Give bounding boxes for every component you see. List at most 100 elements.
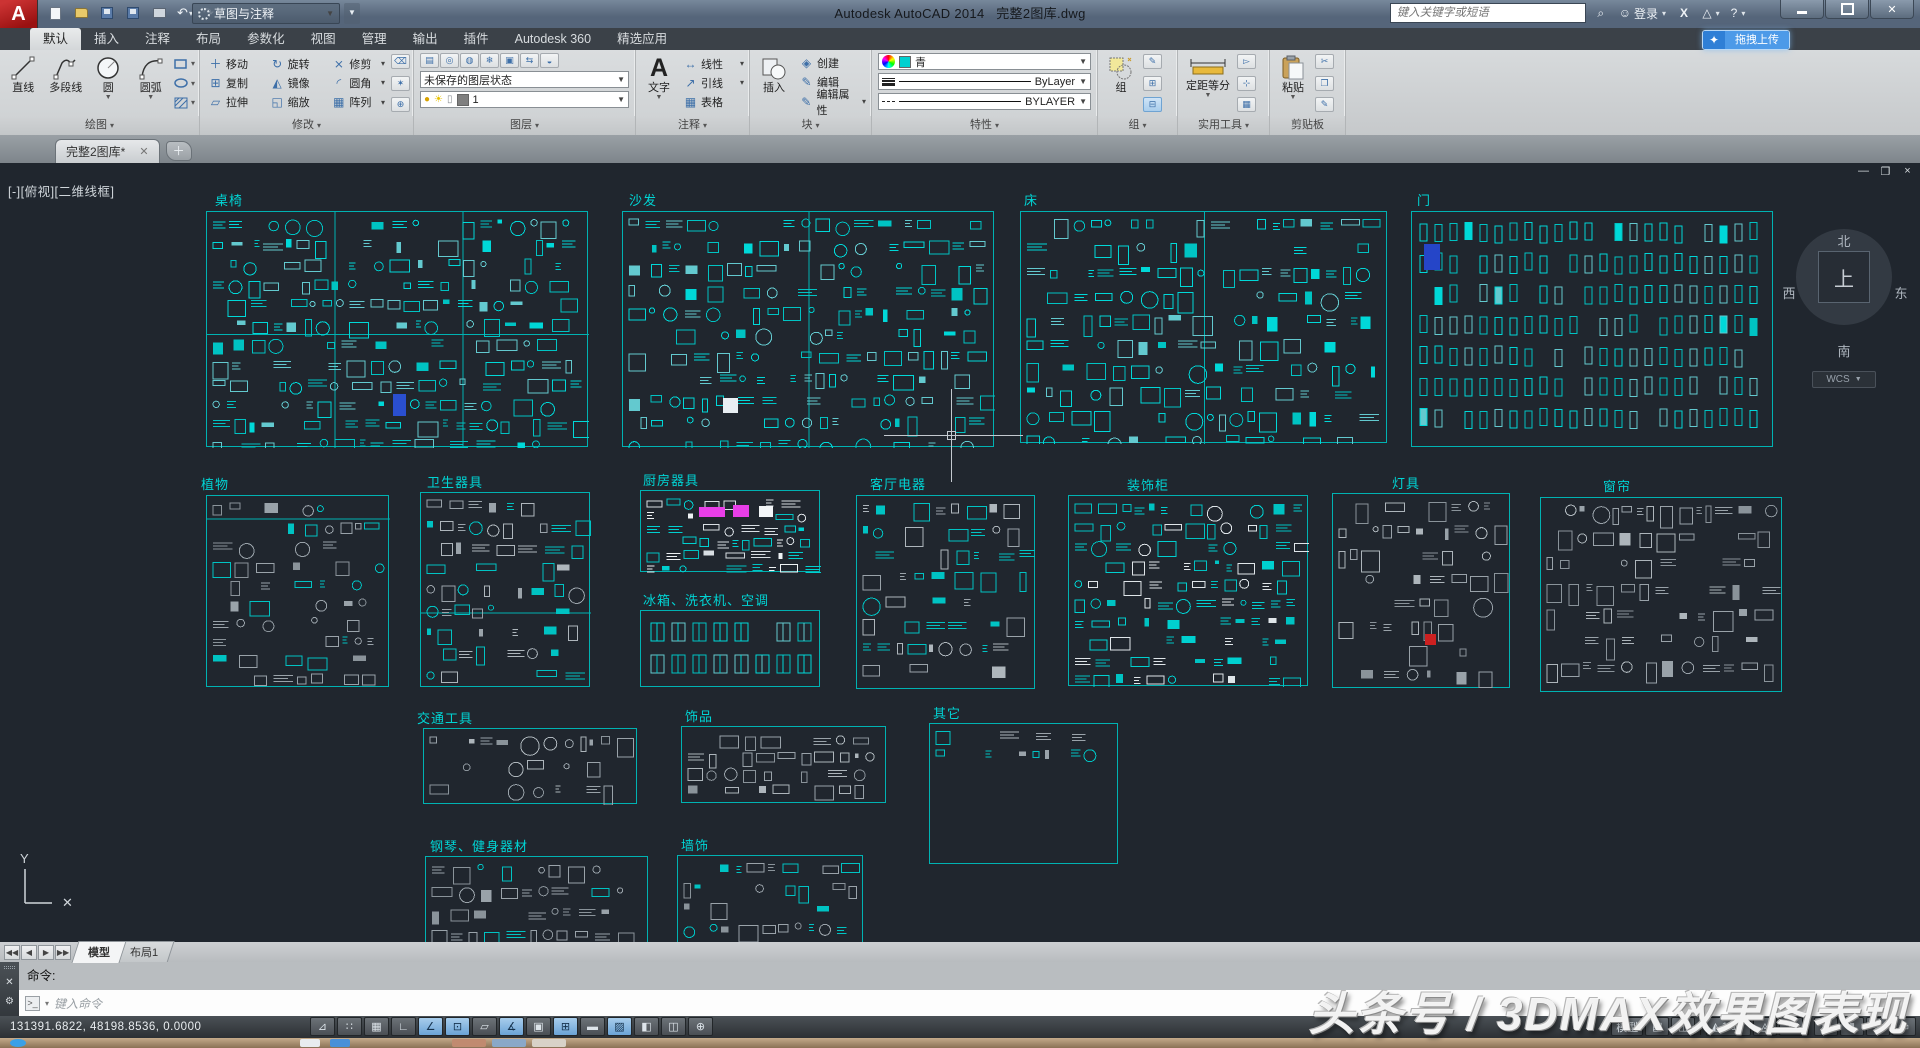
- first-tab-button[interactable]: ◀◀: [4, 945, 20, 960]
- edit-attributes-button[interactable]: ✎编辑属性▾: [797, 91, 868, 112]
- category-box-appliances[interactable]: [640, 610, 820, 687]
- category-box-ornaments[interactable]: [681, 726, 886, 803]
- document-tab[interactable]: 完整2图库* ✕: [55, 139, 160, 163]
- viewcube-west[interactable]: 西: [1776, 283, 1802, 302]
- insert-block-button[interactable]: 插入: [753, 52, 795, 114]
- viewcube-east[interactable]: 东: [1888, 283, 1914, 302]
- taskbar-clock-area[interactable]: [1852, 1039, 1912, 1047]
- layer-lock-button[interactable]: ▣: [500, 53, 519, 68]
- toggle-show-lineweight[interactable]: ▬: [580, 1017, 605, 1036]
- quick-view-layouts-button[interactable]: ▤: [1645, 1017, 1669, 1036]
- taskbar-thumbnail[interactable]: [532, 1039, 566, 1047]
- hatch-button[interactable]: ▾: [173, 93, 196, 112]
- category-box-curtains[interactable]: [1540, 497, 1782, 692]
- panel-label-layers[interactable]: 图层 ▾: [414, 116, 635, 135]
- drag-grip[interactable]: [4, 966, 15, 969]
- category-box-vehicles[interactable]: [423, 728, 637, 804]
- signin-button[interactable]: ☺ 登录 ▾: [1616, 3, 1669, 23]
- quick-view-drawings-button[interactable]: ◫: [1671, 1017, 1695, 1036]
- toggle-infer-constraints[interactable]: ⊿: [310, 1017, 335, 1036]
- copy-clip-button[interactable]: ❐: [1315, 76, 1334, 91]
- ribbon-tab-4[interactable]: 参数化: [234, 28, 298, 50]
- group-selection-toggle[interactable]: ⊟: [1143, 97, 1162, 112]
- toggle-quick-properties[interactable]: ◧: [634, 1017, 659, 1036]
- polyline-button[interactable]: 多段线: [46, 52, 87, 114]
- new-drawing-tab-button[interactable]: ＋: [166, 141, 192, 161]
- taskbar-app-icon[interactable]: [300, 1039, 320, 1047]
- category-box-sanitary[interactable]: [420, 492, 590, 687]
- panel-label-block[interactable]: 块 ▾: [750, 116, 871, 135]
- modify-移动-button[interactable]: ＋移动: [206, 54, 264, 73]
- paste-button[interactable]: 粘贴 ▼: [1273, 52, 1313, 114]
- annotation-scale-button[interactable]: ◭ 1:1 ▼: [1706, 1017, 1751, 1036]
- layer-match-button[interactable]: ⇆: [520, 53, 539, 68]
- save-button[interactable]: [96, 3, 118, 23]
- drawing-close-icon[interactable]: ×: [1901, 165, 1914, 177]
- viewcube-south[interactable]: 南: [1831, 341, 1857, 360]
- coordinates-readout[interactable]: 131391.6822, 48198.8536, 0.0000: [10, 1016, 201, 1038]
- toggle-selection-cycling[interactable]: ◫: [661, 1017, 686, 1036]
- group-edit-button[interactable]: ⊞: [1143, 76, 1162, 91]
- toggle-3d-object-snap[interactable]: ▱: [472, 1017, 497, 1036]
- toggle-dynamic-ucs[interactable]: ▣: [526, 1017, 551, 1036]
- drawing-restore-icon[interactable]: ❐: [1879, 165, 1892, 178]
- workspace-dropdown[interactable]: 草图与注释 ▼: [192, 3, 340, 24]
- toggle-snap-mode[interactable]: ∷: [337, 1017, 362, 1036]
- ribbon-tab-5[interactable]: 视图: [298, 28, 349, 50]
- command-input-row[interactable]: >_ ▾ 键入命令: [19, 990, 1920, 1016]
- ribbon-tab-1[interactable]: 插入: [81, 28, 132, 50]
- ribbon-tab-2[interactable]: 注释: [132, 28, 183, 50]
- ellipse-button[interactable]: ▾: [173, 74, 196, 93]
- toggle-dynamic-input[interactable]: ⊞: [553, 1017, 578, 1036]
- dimension-linear-button[interactable]: ↔线性▾: [681, 54, 746, 73]
- ribbon-tab-0[interactable]: 默认: [30, 28, 81, 50]
- category-box-others[interactable]: [929, 723, 1118, 864]
- id-point-button[interactable]: ⊹: [1237, 76, 1256, 91]
- drawing-viewport[interactable]: [-][俯视][二维线框] — ❐ × 桌椅沙发床门植物卫生器具厨房器具冰箱、洗…: [0, 163, 1920, 942]
- viewcube[interactable]: 北 南 西 东 上 WCS ▼: [1774, 219, 1914, 391]
- windows-taskbar[interactable]: [0, 1038, 1920, 1048]
- erase-button[interactable]: ⌫: [391, 54, 410, 69]
- wcs-dropdown[interactable]: WCS ▼: [1812, 371, 1876, 388]
- clean-screen-button[interactable]: ▭: [1892, 1017, 1916, 1036]
- modify-圆角-button[interactable]: ◜圆角▾: [329, 73, 387, 92]
- layer-dropdown[interactable]: ● ☀ ▯ 1 ▼: [420, 91, 629, 108]
- block-create-button[interactable]: ◈创建: [797, 54, 868, 73]
- layer-freeze-button[interactable]: ❄: [480, 53, 499, 68]
- layer-off-button[interactable]: ◎: [440, 53, 459, 68]
- open-file-button[interactable]: [70, 3, 92, 23]
- quick-calc-button[interactable]: ▦: [1237, 97, 1256, 112]
- category-box-living-electric[interactable]: [856, 495, 1035, 689]
- minimize-button[interactable]: [1780, 0, 1824, 19]
- category-box-wall-decor[interactable]: [677, 855, 863, 942]
- start-orb-icon[interactable]: [10, 1039, 26, 1047]
- qat-customize-button[interactable]: ▼: [344, 3, 360, 24]
- category-box-cabinets[interactable]: [1068, 495, 1308, 686]
- ribbon-tab-3[interactable]: 布局: [183, 28, 234, 50]
- category-box-tables-chairs[interactable]: [206, 211, 588, 447]
- toggle-polar-tracking[interactable]: ∠: [418, 1017, 443, 1036]
- lineweight-dropdown[interactable]: ByLayer ▼: [878, 73, 1091, 90]
- taskbar-thumbnail[interactable]: [492, 1039, 526, 1047]
- search-input[interactable]: [1390, 3, 1586, 23]
- annotation-autoscale-button[interactable]: ◮: [1779, 1017, 1803, 1036]
- linetype-dropdown[interactable]: BYLAYER ▼: [878, 93, 1091, 110]
- taskbar-thumbnail[interactable]: [452, 1039, 486, 1047]
- arc-button[interactable]: 圆弧 ▼: [131, 52, 172, 114]
- last-tab-button[interactable]: ▶▶: [55, 945, 71, 960]
- prev-tab-button[interactable]: ◀: [21, 945, 37, 960]
- category-box-plants[interactable]: [206, 495, 389, 687]
- text-button[interactable]: A 文字 ▼: [639, 52, 679, 114]
- search-button[interactable]: ⌕: [1589, 3, 1613, 23]
- command-history-line[interactable]: 命令:: [19, 962, 1920, 990]
- category-box-beds[interactable]: [1020, 211, 1387, 443]
- modify-修剪-button[interactable]: ⨯修剪▾: [329, 54, 387, 73]
- modify-旋转-button[interactable]: ↻旋转: [268, 54, 326, 73]
- match-properties-button[interactable]: ✎: [1315, 97, 1334, 112]
- toggle-object-snap-tracking[interactable]: ∡: [499, 1017, 524, 1036]
- layer-state-dropdown[interactable]: 未保存的图层状态 ▼: [420, 71, 629, 88]
- rectangle-button[interactable]: ▾: [173, 54, 196, 73]
- object-color-dropdown[interactable]: 青 ▼: [878, 53, 1091, 70]
- help-button[interactable]: ?▾: [1726, 3, 1750, 23]
- group-button[interactable]: 组: [1101, 52, 1141, 114]
